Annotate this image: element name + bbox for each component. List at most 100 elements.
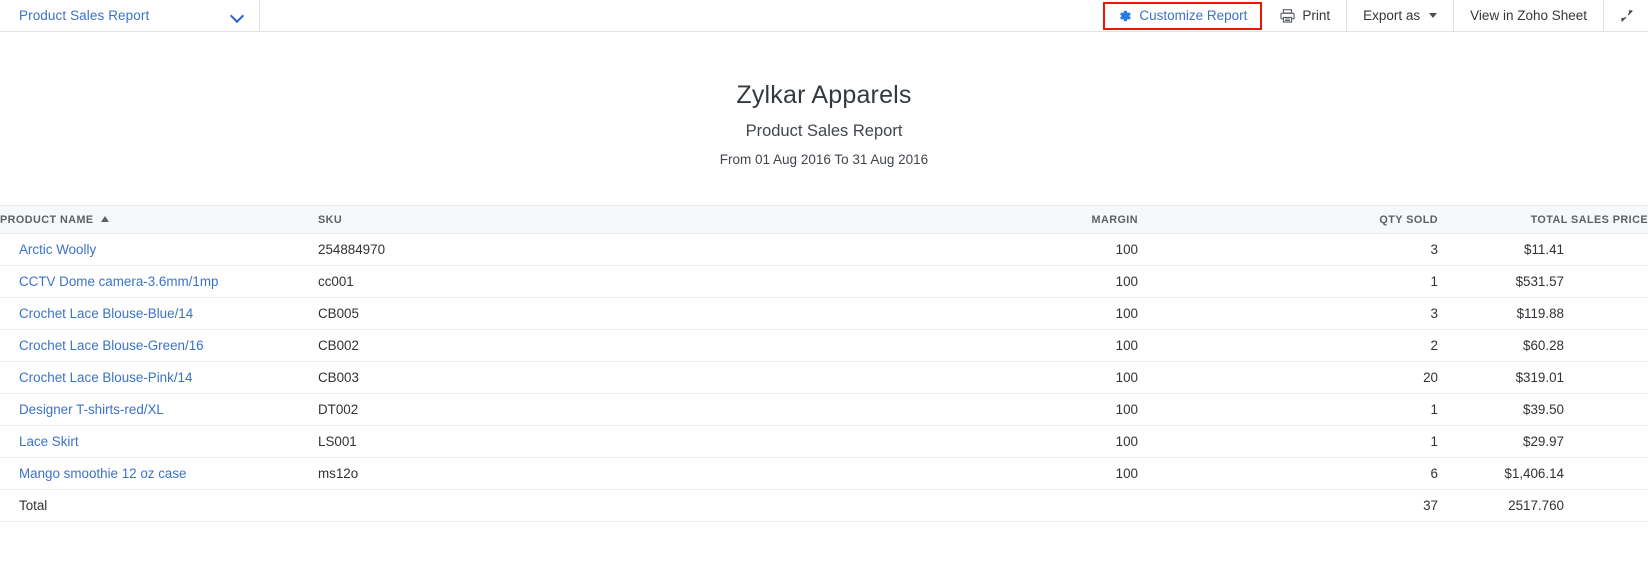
report-table: PRODUCT NAME SKU MARGIN QTY SOLD TOTAL S… xyxy=(0,205,1648,522)
cell-product-name: Crochet Lace Blouse-Pink/14 xyxy=(0,362,318,394)
cell-sku: DT002 xyxy=(318,394,918,426)
cell-sku: CB002 xyxy=(318,330,918,362)
cell-qty-sold: 3 xyxy=(1138,234,1438,266)
table-row: Crochet Lace Blouse-Pink/14 CB00310020$31… xyxy=(0,362,1648,394)
report-selector-label: Product Sales Report xyxy=(19,8,149,23)
report-table-wrapper: PRODUCT NAME SKU MARGIN QTY SOLD TOTAL S… xyxy=(0,205,1648,522)
column-header-product-name-label: PRODUCT NAME xyxy=(0,214,94,226)
cell-margin: 100 xyxy=(918,362,1138,394)
product-name-link[interactable]: Crochet Lace Blouse-Blue/14 xyxy=(19,306,193,321)
product-name-link[interactable]: Crochet Lace Blouse-Green/16 xyxy=(19,338,204,353)
cell-total-sales-price: $119.88 xyxy=(1438,298,1648,330)
cell-sku: cc001 xyxy=(318,266,918,298)
cell-product-name: Crochet Lace Blouse-Green/16 xyxy=(0,330,318,362)
sort-ascending-icon xyxy=(101,216,109,222)
cell-margin: 100 xyxy=(918,458,1138,490)
report-title: Product Sales Report xyxy=(0,122,1648,141)
cell-qty-sold: 2 xyxy=(1138,330,1438,362)
total-sales-price: 2517.760 xyxy=(1438,490,1648,522)
cell-qty-sold: 1 xyxy=(1138,266,1438,298)
cell-qty-sold: 3 xyxy=(1138,298,1438,330)
product-name-link[interactable]: Mango smoothie 12 oz case xyxy=(19,466,186,481)
printer-icon xyxy=(1280,9,1295,23)
caret-down-icon xyxy=(1429,13,1437,18)
table-row: Lace Skirt LS0011001$29.97 xyxy=(0,426,1648,458)
column-header-qty-sold-label: QTY SOLD xyxy=(1379,214,1438,226)
cell-margin: 100 xyxy=(918,426,1138,458)
print-label: Print xyxy=(1302,8,1330,23)
column-header-total-sales-price-label: TOTAL SALES PRICE xyxy=(1531,214,1648,226)
cell-margin: 100 xyxy=(918,298,1138,330)
cell-total-sales-price: $11.41 xyxy=(1438,234,1648,266)
customize-report-button[interactable]: Customize Report xyxy=(1103,2,1262,30)
cell-qty-sold: 1 xyxy=(1138,426,1438,458)
toolbar-actions: Customize Report Print Export as View in… xyxy=(1103,0,1648,31)
column-header-sku-label: SKU xyxy=(318,214,342,226)
expand-arrows-icon xyxy=(1620,9,1634,23)
cell-total-sales-price: $319.01 xyxy=(1438,362,1648,394)
chevron-down-icon xyxy=(231,9,245,23)
cell-qty-sold: 1 xyxy=(1138,394,1438,426)
table-row: CCTV Dome camera-3.6mm/1mp cc0011001$531.… xyxy=(0,266,1648,298)
cell-qty-sold: 6 xyxy=(1138,458,1438,490)
table-row: Designer T-shirts-red/XL DT0021001$39.50 xyxy=(0,394,1648,426)
total-qty-sold: 37 xyxy=(1138,490,1438,522)
company-name: Zylkar Apparels xyxy=(0,80,1648,111)
cell-margin: 100 xyxy=(918,266,1138,298)
table-row: Crochet Lace Blouse-Blue/14 CB0051003$119… xyxy=(0,298,1648,330)
column-header-total-sales-price[interactable]: TOTAL SALES PRICE xyxy=(1438,206,1648,234)
column-header-sku[interactable]: SKU xyxy=(318,206,918,234)
report-date-range: From 01 Aug 2016 To 31 Aug 2016 xyxy=(0,152,1648,167)
fullscreen-button[interactable] xyxy=(1604,0,1648,31)
gear-icon xyxy=(1118,9,1132,23)
table-row: Arctic Woolly2548849701003$11.41 xyxy=(0,234,1648,266)
column-header-margin-label: MARGIN xyxy=(1092,214,1138,226)
cell-sku: LS001 xyxy=(318,426,918,458)
export-as-label: Export as xyxy=(1363,8,1420,23)
cell-total-sales-price: $531.57 xyxy=(1438,266,1648,298)
total-label: Total xyxy=(0,490,318,522)
total-sku xyxy=(318,490,918,522)
product-name-link[interactable]: Designer T-shirts-red/XL xyxy=(19,402,164,417)
cell-product-name: Arctic Woolly xyxy=(0,234,318,266)
cell-margin: 100 xyxy=(918,330,1138,362)
table-total-row: Total 372517.760 xyxy=(0,490,1648,522)
print-button[interactable]: Print xyxy=(1264,0,1347,31)
top-toolbar: Product Sales Report Customize Report xyxy=(0,0,1648,32)
column-header-qty-sold[interactable]: QTY SOLD xyxy=(1138,206,1438,234)
cell-qty-sold: 20 xyxy=(1138,362,1438,394)
export-as-dropdown[interactable]: Export as xyxy=(1347,0,1454,31)
cell-margin: 100 xyxy=(918,394,1138,426)
cell-total-sales-price: $1,406.14 xyxy=(1438,458,1648,490)
table-body: Arctic Woolly2548849701003$11.41CCTV Dom… xyxy=(0,234,1648,522)
cell-product-name: Designer T-shirts-red/XL xyxy=(0,394,318,426)
cell-product-name: Mango smoothie 12 oz case xyxy=(0,458,318,490)
customize-report-label: Customize Report xyxy=(1139,8,1247,23)
view-in-zoho-sheet-button[interactable]: View in Zoho Sheet xyxy=(1454,0,1604,31)
toolbar-spacer xyxy=(260,0,1103,31)
cell-sku: ms12o xyxy=(318,458,918,490)
cell-sku: CB003 xyxy=(318,362,918,394)
cell-total-sales-price: $60.28 xyxy=(1438,330,1648,362)
table-head: PRODUCT NAME SKU MARGIN QTY SOLD TOTAL S… xyxy=(0,206,1648,234)
cell-sku: CB005 xyxy=(318,298,918,330)
product-name-link[interactable]: CCTV Dome camera-3.6mm/1mp xyxy=(19,274,218,289)
table-header-row: PRODUCT NAME SKU MARGIN QTY SOLD TOTAL S… xyxy=(0,206,1648,234)
report-page: Product Sales Report Customize Report xyxy=(0,0,1648,561)
report-header: Zylkar Apparels Product Sales Report Fro… xyxy=(0,32,1648,167)
cell-product-name: Crochet Lace Blouse-Blue/14 xyxy=(0,298,318,330)
cell-sku: 254884970 xyxy=(318,234,918,266)
table-row: Crochet Lace Blouse-Green/16 CB0021002$60… xyxy=(0,330,1648,362)
cell-total-sales-price: $29.97 xyxy=(1438,426,1648,458)
column-header-margin[interactable]: MARGIN xyxy=(918,206,1138,234)
column-header-product-name[interactable]: PRODUCT NAME xyxy=(0,206,318,234)
table-row: Mango smoothie 12 oz case ms12o1006$1,406… xyxy=(0,458,1648,490)
product-name-link[interactable]: Lace Skirt xyxy=(19,434,79,449)
product-name-link[interactable]: Arctic Woolly xyxy=(19,242,96,257)
product-name-link[interactable]: Crochet Lace Blouse-Pink/14 xyxy=(19,370,192,385)
view-in-zoho-sheet-label: View in Zoho Sheet xyxy=(1470,8,1587,23)
total-margin xyxy=(918,490,1138,522)
report-selector-dropdown[interactable]: Product Sales Report xyxy=(0,0,260,31)
cell-product-name: Lace Skirt xyxy=(0,426,318,458)
cell-total-sales-price: $39.50 xyxy=(1438,394,1648,426)
